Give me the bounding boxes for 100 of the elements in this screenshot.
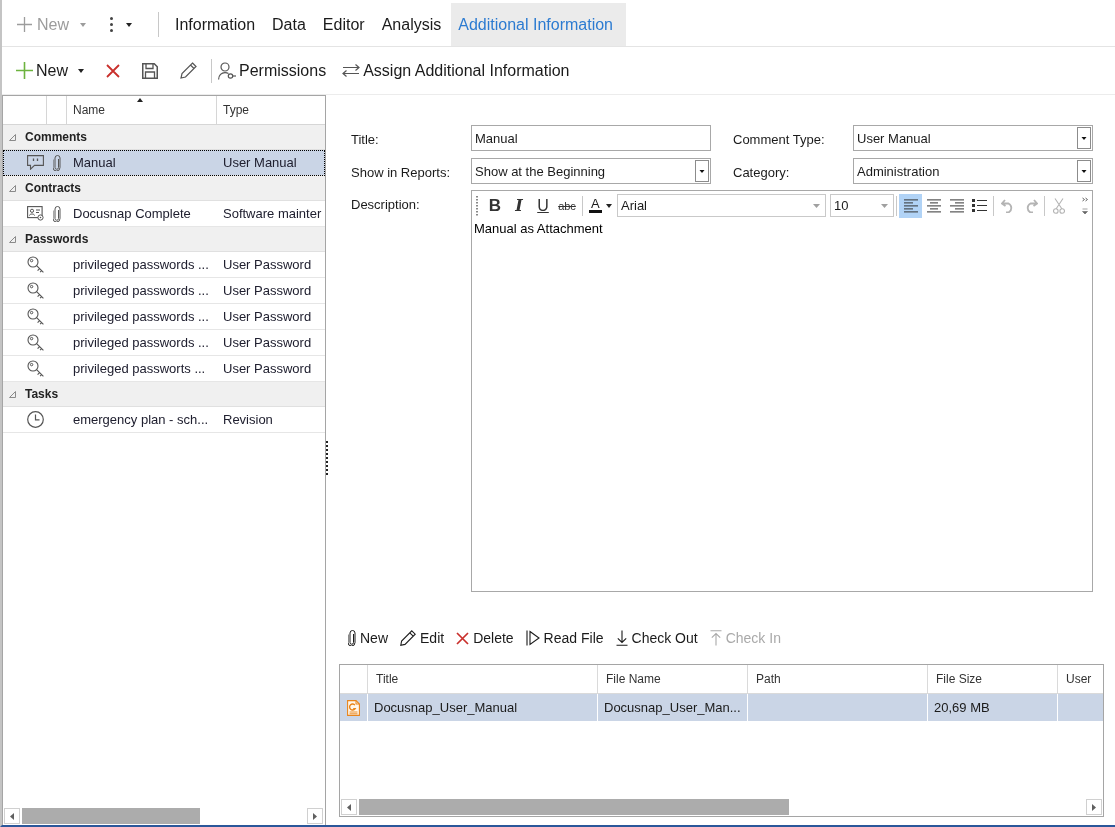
field-label: Category:: [733, 165, 790, 180]
caret-icon: [881, 203, 888, 208]
item-type: User Manual: [223, 155, 297, 170]
new-button[interactable]: New: [16, 56, 84, 85]
caret-icon: [605, 203, 612, 208]
column-header[interactable]: Type: [217, 96, 325, 124]
edit-attachment-button[interactable]: Edit: [400, 625, 445, 651]
scissors-icon: [1052, 197, 1065, 214]
table-cell: 20,69 MB: [934, 700, 990, 715]
dropdown-field[interactable]: Administration: [853, 158, 1093, 184]
scroll-right-button[interactable]: [307, 808, 323, 824]
clock-icon: [27, 411, 44, 428]
column-header[interactable]: Title: [368, 665, 598, 693]
item-type: User Password: [223, 361, 312, 376]
cross-icon: [106, 63, 120, 78]
speech-bubble-icon: [27, 155, 44, 170]
permissions-button[interactable]: Permissions: [218, 56, 327, 85]
horizontal-scrollbar[interactable]: [340, 798, 1103, 816]
assign-button[interactable]: Assign Additional Information: [342, 56, 570, 85]
item-name: privileged passwords ...: [73, 335, 209, 350]
triangle-left-icon: [347, 803, 351, 811]
dropdown-field[interactable]: User Manual: [853, 125, 1093, 151]
item-name: Docusnap Complete: [73, 206, 191, 221]
table-row[interactable]: Docusnap_User_Manual Docusnap_User_Man... 20,69 MB: [340, 694, 1103, 721]
pencil-icon: [400, 630, 416, 646]
ribbon-tab[interactable]: Data: [265, 3, 313, 46]
check-out-button[interactable]: Check Out: [615, 625, 698, 651]
tree-group-header[interactable]: Comments: [3, 125, 325, 150]
column-header[interactable]: File Size: [928, 665, 1058, 693]
delete-attachment-button[interactable]: Delete: [456, 625, 514, 651]
read-file-button[interactable]: Read File: [525, 625, 604, 651]
table-cell: Docusnap_User_Man...: [604, 700, 741, 715]
id-card-icon: [27, 206, 44, 221]
column-header[interactable]: File Name: [598, 665, 748, 693]
item-name: Manual: [73, 155, 116, 170]
caret-icon: [80, 22, 86, 27]
scroll-left-button[interactable]: [4, 808, 20, 824]
horizontal-scrollbar[interactable]: [3, 807, 324, 825]
tree-row[interactable]: privileged passwords ... User Password: [3, 252, 325, 278]
triangle-right-icon: [313, 812, 317, 820]
scroll-left-button[interactable]: [341, 799, 357, 815]
tree-group-header[interactable]: Passwords: [3, 227, 325, 252]
align-center-icon: [926, 198, 941, 213]
caret-icon: [78, 68, 84, 73]
pencil-icon: [180, 62, 197, 79]
column-header[interactable]: Name: [67, 96, 217, 124]
scroll-right-button[interactable]: [1086, 799, 1102, 815]
bold-button[interactable]: B: [484, 194, 506, 217]
font-combo[interactable]: Arial: [617, 194, 826, 217]
plus-icon: [17, 17, 32, 32]
item-name: privileged passwords ...: [73, 283, 209, 298]
vertical-dots-icon: [110, 17, 113, 32]
tree-row[interactable]: privileged passwords ... User Password: [3, 304, 325, 330]
ribbon-tab[interactable]: Additional Information: [451, 3, 626, 46]
strikethrough-button[interactable]: abc: [556, 194, 578, 217]
item-type: User Password: [223, 335, 312, 350]
tree-row[interactable]: Manual User Manual: [3, 150, 325, 176]
caret-icon: [813, 203, 820, 208]
new-attachment-button[interactable]: New: [348, 625, 388, 651]
column-header[interactable]: User: [1058, 665, 1103, 693]
column-header[interactable]: Path: [748, 665, 928, 693]
floppy-disk-icon: [142, 62, 158, 79]
arrow-up-icon: [709, 630, 722, 646]
underline-button[interactable]: U: [532, 194, 554, 217]
undo-arrow-icon: [1000, 198, 1015, 213]
item-name: privileged passworts ...: [73, 361, 206, 376]
scrollbar-thumb[interactable]: [22, 808, 200, 824]
triangle-right-icon: [1092, 803, 1096, 811]
key-icon: [27, 256, 44, 273]
italic-button[interactable]: I: [508, 194, 530, 217]
ribbon-tab[interactable]: Editor: [315, 3, 372, 46]
overflow-chevron-icon[interactable]: [1082, 196, 1088, 215]
caret-icon: [126, 22, 132, 27]
item-name: privileged passwords ...: [73, 309, 209, 324]
dropdown-field[interactable]: Show at the Beginning: [471, 158, 711, 184]
align-left-button[interactable]: [899, 193, 922, 218]
font-color-button[interactable]: A: [585, 194, 613, 217]
item-type: User Password: [223, 283, 312, 298]
font-size-combo[interactable]: 10: [830, 194, 894, 217]
text-field[interactable]: Manual: [471, 125, 711, 151]
scrollbar-thumb[interactable]: [359, 799, 789, 815]
tree-group-header[interactable]: Tasks: [3, 382, 325, 407]
tree-row[interactable]: privileged passwords ... User Password: [3, 330, 325, 356]
ribbon-tab[interactable]: Information: [168, 3, 263, 46]
item-type: User Password: [223, 309, 312, 324]
tree-row[interactable]: emergency plan - sch... Revision: [3, 407, 325, 433]
item-name: emergency plan - sch...: [73, 412, 209, 427]
arrow-down-icon: [615, 630, 628, 646]
tree-row[interactable]: privileged passwords ... User Password: [3, 278, 325, 304]
tree-group-header[interactable]: Contracts: [3, 176, 325, 201]
item-type: User Password: [223, 257, 312, 272]
bar-triangle-icon: [525, 630, 540, 646]
triangle-left-icon: [10, 812, 14, 820]
field-label: Show in Reports:: [351, 165, 450, 180]
rich-text-editor[interactable]: B I U abc A Arial 10 Manual as Attachment: [471, 190, 1093, 592]
item-type: Software mainter: [223, 206, 322, 221]
cross-icon: [456, 631, 470, 645]
field-label: Title:: [351, 132, 379, 147]
sort-arrow-icon: [137, 98, 143, 102]
ribbon-tab[interactable]: Analysis: [374, 3, 449, 46]
